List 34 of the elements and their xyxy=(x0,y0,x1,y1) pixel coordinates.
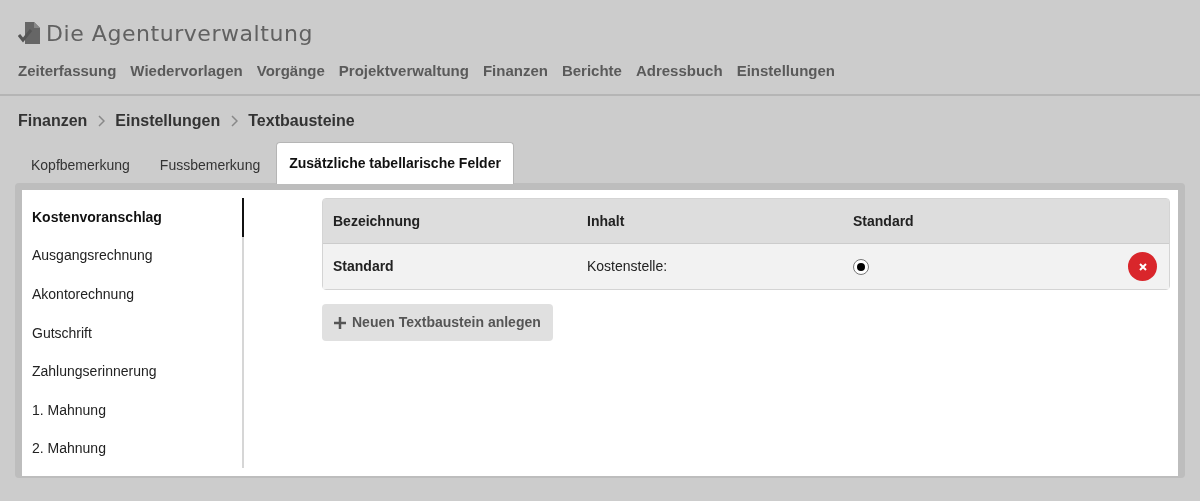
radio-button[interactable] xyxy=(853,258,869,275)
nav-link[interactable]: Projektverwaltung xyxy=(338,60,469,83)
sidebar-item[interactable]: 1. Mahnung xyxy=(22,390,244,430)
chevron-right-icon xyxy=(230,115,239,127)
breadcrumb-item[interactable]: Einstellungen xyxy=(115,109,221,133)
tab[interactable]: Fussbemerkung xyxy=(145,146,275,184)
sidebar-item[interactable]: Kostenvoranschlag xyxy=(22,198,244,237)
nav-link[interactable]: Zeiterfassung xyxy=(18,60,117,83)
tab[interactable]: Kopfbemerkung xyxy=(17,146,144,184)
table-cell-text: Standard xyxy=(332,257,395,276)
tab[interactable]: Zusätzliche tabellarische Felder xyxy=(276,142,514,184)
nav-link[interactable]: Wiedervorlagen xyxy=(130,60,243,83)
sidebar-item[interactable]: Zahlungserinnerung xyxy=(22,352,244,391)
app-title: Die Agenturverwaltung xyxy=(46,19,313,48)
sidebar-item[interactable]: Akontorechnung xyxy=(22,275,244,314)
nav-link[interactable]: Einstellungen xyxy=(736,60,835,83)
table-cell-text: Kostenstelle: xyxy=(586,257,669,276)
nav-link[interactable]: Adressbuch xyxy=(635,60,723,83)
column-header: Standard xyxy=(852,211,915,231)
chevron-right-icon xyxy=(97,115,106,127)
sidebar-item[interactable]: Ausgangsrechnung xyxy=(22,236,244,276)
nav-link[interactable]: Berichte xyxy=(561,60,622,83)
breadcrumb-item[interactable]: Finanzen xyxy=(18,109,88,133)
nav-link[interactable]: Vorgänge xyxy=(256,60,325,83)
column-header: Inhalt xyxy=(586,211,626,231)
sidebar-item[interactable]: Gutschrift xyxy=(22,313,244,353)
plus-icon xyxy=(334,316,346,329)
close-icon xyxy=(1138,262,1147,271)
nav-link[interactable]: Finanzen xyxy=(482,60,548,83)
breadcrumb-item: Textbausteine xyxy=(248,111,355,131)
sidebar-item[interactable]: 2. Mahnung xyxy=(22,429,244,469)
delete-button[interactable] xyxy=(1128,252,1157,281)
add-button[interactable]: Neuen Textbaustein anlegen xyxy=(322,304,553,341)
column-header: Bezeichnung xyxy=(332,211,422,231)
